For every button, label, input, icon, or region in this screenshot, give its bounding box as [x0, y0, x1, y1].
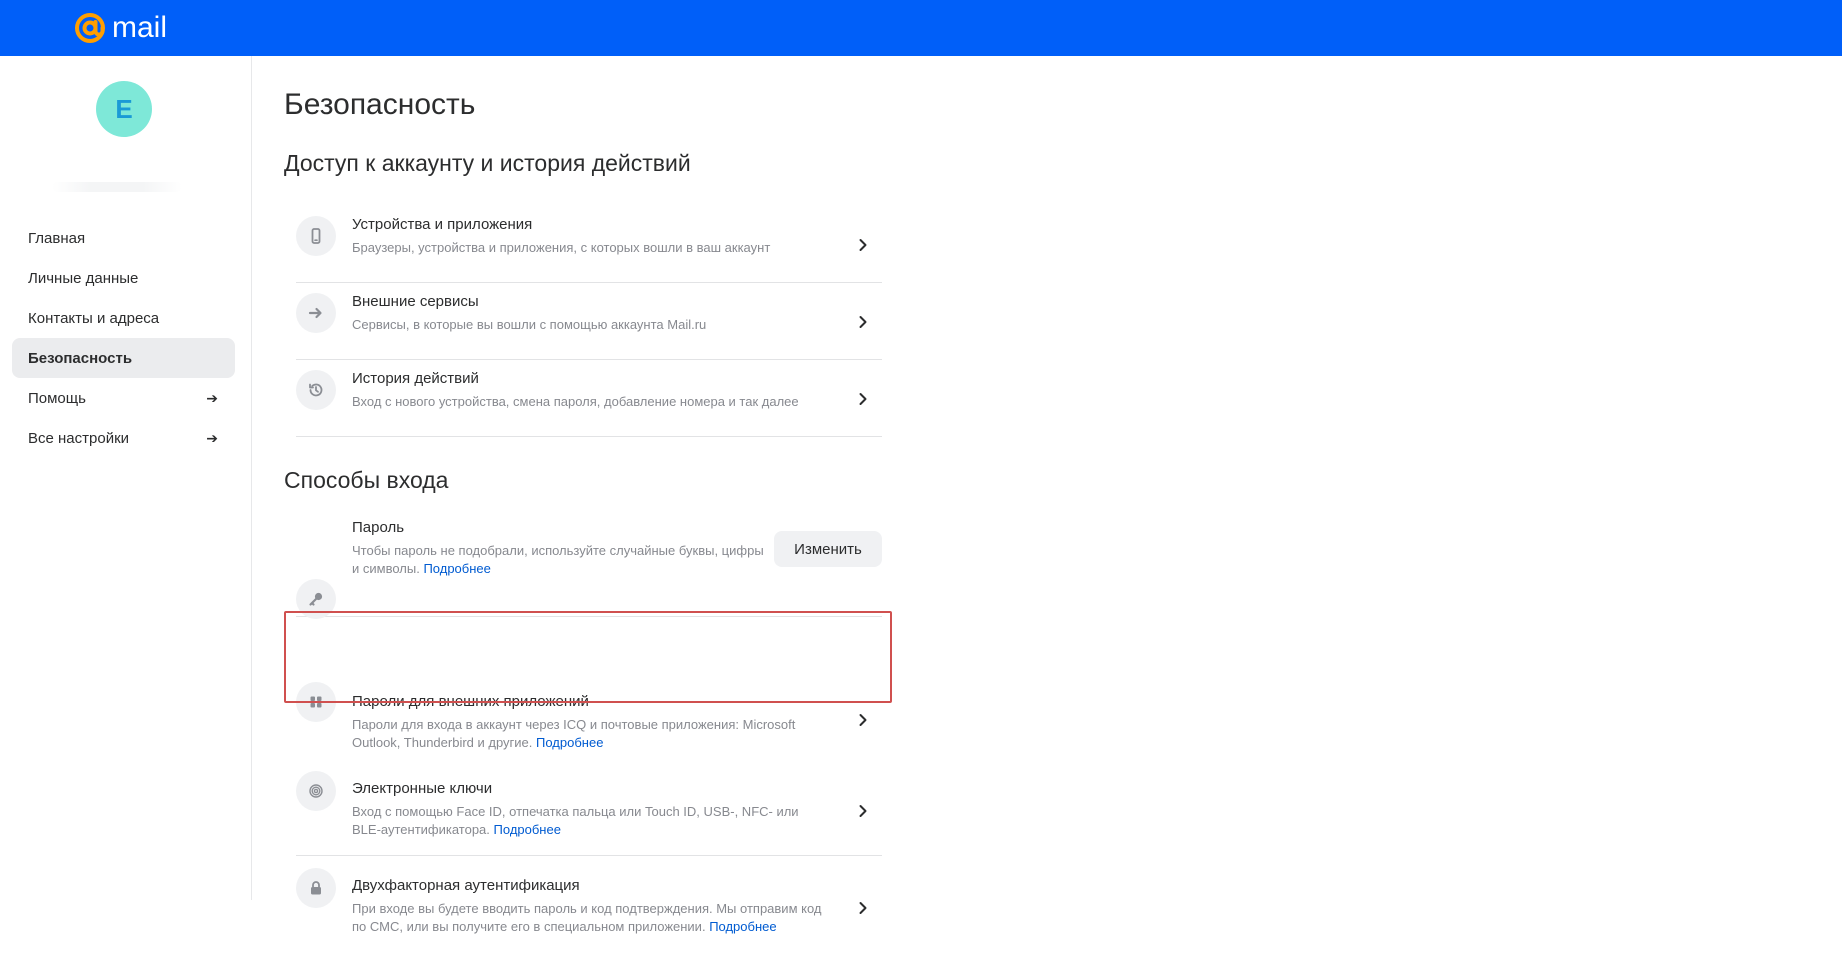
row-description-line: Outlook, Thunderbird и другие. Подробнее: [352, 734, 812, 752]
row-title: Пароль: [352, 519, 405, 536]
sidebar-nav: Главная Личные данные Контакты и адреса …: [12, 218, 235, 458]
user-name-placeholder: [52, 182, 182, 192]
row-description: Вход с помощью Face ID, отпечатка пальца…: [352, 803, 812, 839]
chevron-right-icon: [859, 316, 867, 328]
row-description-line: и символы. Подробнее: [352, 560, 782, 578]
row-password: Пароль Чтобы пароль не подобрали, исполь…: [296, 519, 882, 619]
section-title-access: Доступ к аккаунту и история действий: [284, 150, 691, 176]
row-description-line: Вход с помощью Face ID, отпечатка пальца…: [352, 804, 799, 819]
arrow-right-icon: ➔: [206, 429, 218, 446]
sidebar-item-label: Помощь: [28, 389, 86, 407]
row-description: Браузеры, устройства и приложения, с кот…: [352, 240, 771, 255]
row-description-line: BLE-аутентификатора. Подробнее: [352, 821, 812, 839]
sidebar-item-home[interactable]: Главная: [12, 218, 235, 258]
history-icon: [296, 370, 336, 410]
sidebar-item-label: Личные данные: [28, 269, 139, 287]
fingerprint-icon: [296, 771, 336, 811]
sidebar-item-label: Все настройки: [28, 429, 130, 447]
page-title: Безопасность: [284, 88, 476, 121]
more-link[interactable]: Подробнее: [423, 561, 490, 576]
row-description-line: При входе вы будете вводить пароль и код…: [352, 901, 822, 916]
sidebar-item-label: Главная: [28, 229, 86, 247]
phone-icon: [296, 216, 336, 256]
at-sign-icon: [75, 13, 105, 43]
lock-icon: [296, 868, 336, 908]
row-app-passwords[interactable]: Пароли для внешних приложений Пароли для…: [296, 617, 882, 750]
row-description: При входе вы будете вводить пароль и код…: [352, 900, 822, 936]
sidebar-item-all-settings[interactable]: Все настройки ➔: [12, 418, 235, 458]
more-link[interactable]: Подробнее: [494, 822, 561, 837]
row-description-line: Чтобы пароль не подобрали, используйте с…: [352, 543, 764, 558]
mail-logo[interactable]: mail: [72, 10, 167, 46]
sidebar-item-personal-data[interactable]: Личные данные: [12, 258, 235, 298]
chevron-right-icon: [859, 393, 867, 405]
sidebar-item-label: Безопасность: [28, 349, 133, 367]
key-icon: [296, 579, 336, 619]
top-bar: mail: [0, 0, 1842, 56]
row-external-services[interactable]: Внешние сервисы Сервисы, в которые вы во…: [296, 283, 882, 360]
row-description: Чтобы пароль не подобрали, используйте с…: [352, 542, 782, 578]
row-description-line: Пароли для входа в аккаунт через ICQ и п…: [352, 717, 796, 732]
row-description-text: Outlook, Thunderbird и другие.: [352, 735, 533, 750]
chevron-right-icon: [859, 239, 867, 251]
change-password-button[interactable]: Изменить: [774, 531, 882, 567]
row-description-line: по СМС, или вы получите его в специально…: [352, 918, 822, 936]
avatar[interactable]: E: [96, 81, 152, 137]
sidebar-item-help[interactable]: Помощь ➔: [12, 378, 235, 418]
row-activity-history[interactable]: История действий Вход с нового устройств…: [296, 360, 882, 437]
more-link[interactable]: Подробнее: [536, 735, 603, 750]
apps-grid-icon: [296, 682, 336, 722]
more-link[interactable]: Подробнее: [709, 919, 776, 934]
chevron-right-icon: [859, 805, 867, 817]
sidebar-item-contacts[interactable]: Контакты и адреса: [12, 298, 235, 338]
row-title: Внешние сервисы: [352, 293, 479, 310]
sidebar-item-security[interactable]: Безопасность: [12, 338, 235, 378]
row-title: Электронные ключи: [352, 780, 493, 797]
chevron-right-icon: [859, 714, 867, 726]
row-description: Вход с нового устройства, смена пароля, …: [352, 394, 799, 409]
row-description-text: BLE-аутентификатора.: [352, 822, 490, 837]
arrow-right-icon: ➔: [206, 389, 218, 406]
row-title: История действий: [352, 370, 479, 387]
row-description: Пароли для входа в аккаунт через ICQ и п…: [352, 716, 812, 752]
sidebar-item-label: Контакты и адреса: [28, 309, 160, 327]
row-description-text: по СМС, или вы получите его в специально…: [352, 919, 706, 934]
row-two-factor-auth[interactable]: Двухфакторная аутентификация При входе в…: [296, 856, 882, 953]
row-description-text: и символы.: [352, 561, 420, 576]
section-title-sign-in-methods: Способы входа: [284, 467, 449, 493]
row-description: Сервисы, в которые вы вошли с помощью ак…: [352, 317, 707, 332]
row-devices-and-apps[interactable]: Устройства и приложения Браузеры, устрой…: [296, 206, 882, 283]
row-title: Устройства и приложения: [352, 216, 533, 233]
chevron-right-icon: [859, 902, 867, 914]
row-title: Двухфакторная аутентификация: [352, 877, 580, 894]
row-security-keys[interactable]: Электронные ключи Вход с помощью Face ID…: [296, 759, 882, 856]
logo-text: mail: [112, 11, 168, 44]
sidebar: E Главная Личные данные Контакты и адрес…: [0, 56, 252, 900]
arrow-right-icon: [296, 293, 336, 333]
row-title: Пароли для внешних приложений: [352, 693, 589, 710]
